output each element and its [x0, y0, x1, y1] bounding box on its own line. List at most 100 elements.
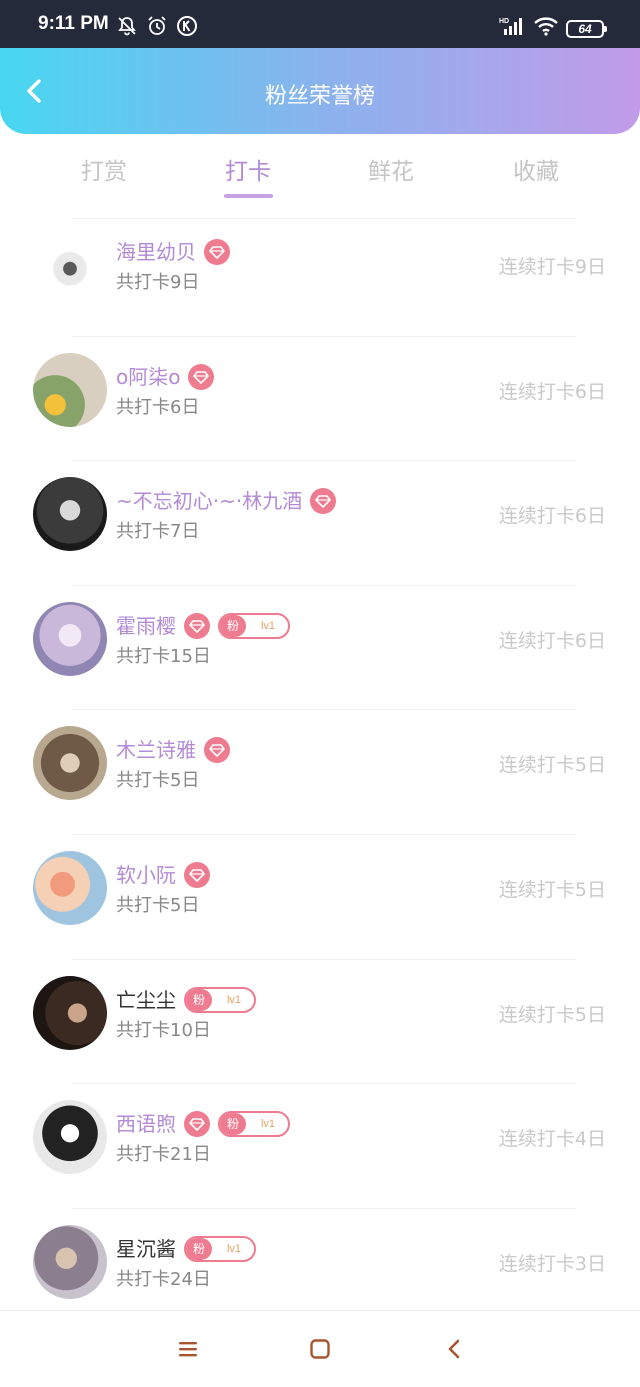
fan-badge-level: lv1 — [226, 1242, 242, 1255]
tab-favorites[interactable]: 收藏 — [476, 152, 596, 186]
svg-text:HD: HD — [499, 18, 509, 25]
avatar[interactable] — [33, 353, 107, 427]
user-name: 木兰诗雅 — [116, 734, 230, 765]
row-divider — [72, 709, 576, 710]
avatar[interactable] — [33, 1225, 107, 1299]
status-time: 9:11 PM — [38, 13, 109, 34]
fan-badge-label: 粉 — [186, 1237, 212, 1260]
user-name-text: o阿柒o — [116, 365, 181, 389]
streak-checkin-count: 连续打卡5日 — [498, 1004, 606, 1026]
user-name: 星沉酱粉 lv1 — [116, 1233, 256, 1264]
total-checkin-count: 共打卡5日 — [116, 895, 200, 916]
streak-checkin-count: 连续打卡6日 — [498, 630, 606, 652]
system-nav-bar — [0, 1310, 640, 1387]
avatar[interactable] — [33, 602, 107, 676]
row-divider — [72, 460, 576, 461]
fan-level-badge: 粉 lv1 — [184, 1235, 256, 1262]
diamond-badge-icon — [310, 487, 337, 514]
streak-checkin-count: 连续打卡6日 — [498, 381, 606, 403]
bell-off-icon — [118, 17, 136, 36]
user-name: 软小阮 — [116, 859, 210, 890]
header-bar: 粉丝荣誉榜 — [0, 48, 640, 134]
user-name: 亡尘尘粉 lv1 — [116, 984, 256, 1015]
row-divider — [72, 585, 576, 586]
fan-badge-level: lv1 — [260, 619, 276, 632]
avatar[interactable] — [33, 1100, 107, 1174]
fan-badge-label: 粉 — [220, 1112, 246, 1135]
user-name: 海里幼贝 — [116, 236, 230, 267]
fan-badge-level: lv1 — [260, 1117, 276, 1130]
total-checkin-count: 共打卡9日 — [116, 272, 200, 293]
list-item[interactable]: 西语煦 粉 lv1 共打卡21日 连续打卡4日 — [0, 1090, 640, 1214]
diamond-badge-icon — [184, 861, 210, 888]
total-checkin-count: 共打卡7日 — [116, 521, 200, 542]
fan-level-badge: 粉 lv1 — [218, 1110, 290, 1137]
fan-level-badge: 粉 lv1 — [218, 612, 290, 639]
list-item[interactable]: 软小阮共打卡5日 连续打卡5日 — [0, 841, 640, 965]
total-checkin-count: 共打卡5日 — [116, 770, 200, 791]
user-name-text: 西语煦 — [116, 1112, 176, 1136]
row-divider — [72, 959, 576, 960]
diamond-badge-icon — [184, 1110, 210, 1137]
diamond-badge-icon — [188, 363, 215, 390]
k-app-icon — [177, 16, 197, 36]
avatar[interactable] — [33, 851, 107, 925]
row-divider — [72, 1083, 576, 1084]
user-name: o阿柒o — [116, 361, 215, 392]
streak-checkin-count: 连续打卡4日 — [498, 1128, 606, 1150]
list-item[interactable]: o阿柒o 共打卡6日 连续打卡6日 — [0, 343, 640, 467]
streak-checkin-count: 连续打卡6日 — [498, 505, 606, 527]
row-divider — [72, 336, 576, 337]
alarm-icon — [148, 16, 166, 35]
streak-checkin-count: 连续打卡3日 — [498, 1253, 606, 1275]
tab-bar: 打赏 打卡 鲜花 收藏 — [0, 134, 640, 214]
list-item[interactable]: 亡尘尘粉 lv1 共打卡10日 连续打卡5日 — [0, 966, 640, 1090]
page-title: 粉丝荣誉榜 — [264, 84, 375, 109]
user-name: ~不忘初心·~·林九酒 — [116, 485, 337, 516]
total-checkin-count: 共打卡21日 — [116, 1144, 211, 1165]
list-item[interactable]: ~不忘初心·~·林九酒 共打卡7日 连续打卡6日 — [0, 467, 640, 591]
total-checkin-count: 共打卡24日 — [116, 1269, 211, 1290]
status-bar: 9:11 PM HD 64 — [0, 0, 640, 48]
total-checkin-count: 共打卡15日 — [116, 646, 211, 667]
menu-icon[interactable] — [176, 1337, 200, 1361]
streak-checkin-count: 连续打卡9日 — [498, 256, 606, 278]
avatar[interactable] — [33, 228, 107, 302]
user-name-text: 星沉酱 — [116, 1237, 176, 1261]
avatar[interactable] — [33, 976, 107, 1050]
tab-flowers[interactable]: 鲜花 — [331, 152, 451, 186]
battery-icon: 64 — [566, 20, 607, 38]
avatar[interactable] — [33, 726, 107, 800]
user-name-text: 亡尘尘 — [116, 988, 176, 1012]
diamond-badge-icon — [204, 736, 230, 763]
user-name-text: 木兰诗雅 — [116, 738, 196, 762]
fan-badge-label: 粉 — [220, 614, 246, 637]
fan-level-badge: 粉 lv1 — [184, 986, 256, 1013]
total-checkin-count: 共打卡10日 — [116, 1020, 211, 1041]
hd-signal-icon: HD — [499, 18, 522, 35]
streak-checkin-count: 连续打卡5日 — [498, 879, 606, 901]
back-chevron-icon[interactable] — [443, 1337, 467, 1361]
home-square-icon[interactable] — [308, 1337, 332, 1361]
tab-checkin[interactable]: 打卡 — [188, 152, 308, 186]
list-item[interactable]: 木兰诗雅共打卡5日 连续打卡5日 — [0, 716, 640, 840]
row-divider — [72, 1208, 576, 1209]
list-item[interactable]: 海里幼贝共打卡9日 连续打卡9日 — [0, 218, 640, 342]
user-name-text: 海里幼贝 — [116, 240, 196, 264]
user-name: 霍雨樱 粉 lv1 — [116, 610, 290, 641]
row-divider — [72, 834, 576, 835]
user-name-text: ~不忘初心·~·林九酒 — [116, 489, 303, 513]
diamond-badge-icon — [204, 238, 230, 265]
avatar[interactable] — [33, 477, 107, 551]
tab-reward[interactable]: 打赏 — [44, 152, 164, 186]
total-checkin-count: 共打卡6日 — [116, 397, 200, 418]
user-name: 西语煦 粉 lv1 — [116, 1108, 290, 1139]
list-item[interactable]: 霍雨樱 粉 lv1 共打卡15日 连续打卡6日 — [0, 592, 640, 716]
tab-indicator — [224, 194, 273, 198]
user-name-text: 软小阮 — [116, 863, 176, 887]
fan-badge-level: lv1 — [226, 993, 242, 1006]
user-name-text: 霍雨樱 — [116, 614, 176, 638]
wifi-icon — [534, 17, 558, 36]
fan-badge-label: 粉 — [186, 988, 212, 1011]
streak-checkin-count: 连续打卡5日 — [498, 754, 606, 776]
